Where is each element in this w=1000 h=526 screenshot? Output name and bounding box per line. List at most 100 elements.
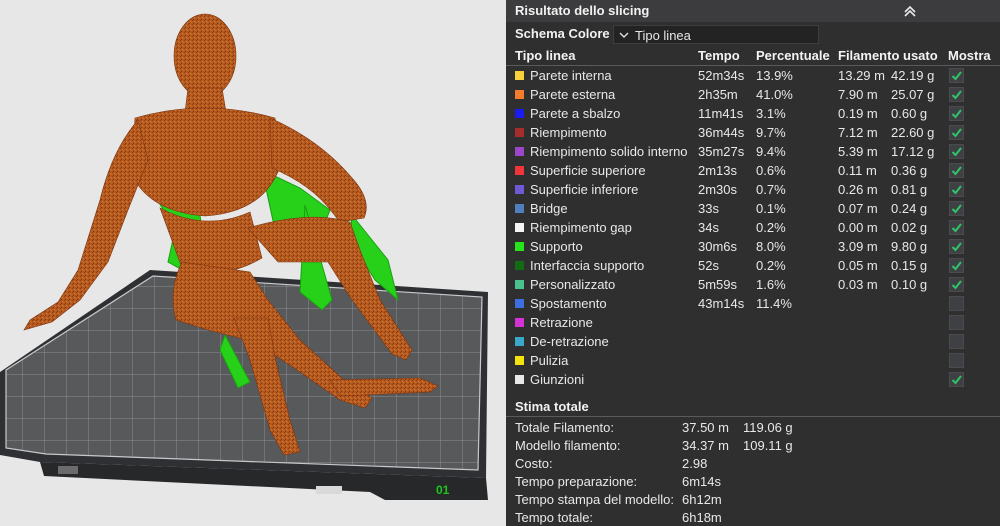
show-checkbox[interactable] [949, 372, 964, 387]
chevron-down-icon [619, 32, 629, 38]
line-type-percent: 0.2% [756, 220, 786, 235]
line-type-time: 33s [698, 201, 719, 216]
color-swatch [515, 337, 524, 346]
checkmark-icon [951, 128, 962, 138]
show-checkbox[interactable] [949, 201, 964, 216]
line-type-time: 52s [698, 258, 719, 273]
summary-divider [506, 416, 1000, 417]
color-swatch [515, 204, 524, 213]
line-type-row: Riempimento gap 34s 0.2% 0.00 m 0.02 g [506, 218, 1000, 237]
show-checkbox[interactable] [949, 315, 964, 330]
line-type-row: Superficie inferiore 2m30s 0.7% 0.26 m 0.81 … [506, 180, 1000, 199]
line-type-weight: 0.60 g [891, 106, 928, 121]
show-checkbox[interactable] [949, 68, 964, 83]
line-type-time: 2m13s [698, 163, 738, 178]
line-type-row: Parete esterna 2h35m 41.0% 7.90 m 25.07 g [506, 85, 1000, 104]
line-type-percent: 0.2% [756, 258, 786, 273]
plate-number: 01 [436, 483, 450, 497]
show-checkbox[interactable] [949, 87, 964, 102]
color-swatch [515, 166, 524, 175]
show-checkbox[interactable] [949, 334, 964, 349]
chevron-double-up-icon[interactable] [902, 3, 918, 19]
line-type-label: Interfaccia supporto [530, 258, 645, 273]
line-type-row: Interfaccia supporto 52s 0.2% 0.05 m 0.15 g [506, 256, 1000, 275]
show-checkbox[interactable] [949, 277, 964, 292]
summary-key: Modello filamento: [515, 438, 621, 453]
show-checkbox[interactable] [949, 125, 964, 140]
checkmark-icon [951, 223, 962, 233]
line-type-time: 35m27s [698, 144, 745, 159]
line-type-weight: 25.07 g [891, 87, 935, 102]
line-type-label: Pulizia [530, 353, 569, 368]
summary-weight: 119.06 g [743, 420, 793, 435]
summary-key: Costo: [515, 456, 553, 471]
line-type-label: Parete esterna [530, 87, 616, 102]
header-show: Mostra [948, 48, 991, 63]
line-type-row: Bridge 33s 0.1% 0.07 m 0.24 g [506, 199, 1000, 218]
color-swatch [515, 299, 524, 308]
color-swatch [515, 147, 524, 156]
line-type-time: 52m34s [698, 68, 745, 83]
line-type-row: De-retrazione [506, 332, 1000, 351]
show-checkbox[interactable] [949, 182, 964, 197]
line-type-length: 7.90 m [838, 87, 878, 102]
checkmark-icon [951, 71, 962, 81]
line-type-time: 2m30s [698, 182, 738, 197]
viewport-canvas[interactable]: 01 [0, 0, 506, 526]
line-type-weight: 0.81 g [891, 182, 928, 197]
show-checkbox[interactable] [949, 353, 964, 368]
color-swatch [515, 185, 524, 194]
show-checkbox[interactable] [949, 258, 964, 273]
line-type-label: Spostamento [530, 296, 607, 311]
line-type-percent: 0.6% [756, 163, 786, 178]
line-type-label: Riempimento gap [530, 220, 632, 235]
color-swatch [515, 223, 524, 232]
summary-key: Tempo preparazione: [515, 474, 638, 489]
line-type-length: 7.12 m [838, 125, 878, 140]
summary-value: 6h18m [682, 510, 722, 525]
show-checkbox[interactable] [949, 239, 964, 254]
color-swatch [515, 242, 524, 251]
plate-marker-icon [316, 486, 342, 494]
color-swatch [515, 318, 524, 327]
line-type-row: Pulizia [506, 351, 1000, 370]
checkmark-icon [951, 166, 962, 176]
show-checkbox[interactable] [949, 163, 964, 178]
line-type-length: 0.00 m [838, 220, 878, 235]
summary-row: Costo: 2.98 [515, 456, 985, 474]
line-type-weight: 0.36 g [891, 163, 928, 178]
line-type-percent: 1.6% [756, 277, 786, 292]
line-type-row: Personalizzato 5m59s 1.6% 0.03 m 0.10 g [506, 275, 1000, 294]
summary-row: Tempo preparazione: 6m14s [515, 474, 985, 492]
line-type-length: 0.07 m [838, 201, 878, 216]
line-type-percent: 0.7% [756, 182, 786, 197]
line-type-label: Superficie inferiore [530, 182, 639, 197]
show-checkbox[interactable] [949, 106, 964, 121]
line-type-percent: 13.9% [756, 68, 793, 83]
summary-weight: 109.11 g [743, 438, 793, 453]
summary-value: 2.98 [682, 456, 708, 471]
line-type-length: 0.11 m [838, 163, 877, 178]
summary-value: 37.50 m [682, 420, 729, 435]
checkmark-icon [951, 147, 962, 157]
color-scheme-dropdown[interactable]: Tipo linea [613, 25, 819, 44]
3d-viewport[interactable]: 01 [0, 0, 506, 526]
show-checkbox[interactable] [949, 296, 964, 311]
summary-key: Tempo totale: [515, 510, 594, 525]
line-type-time: 43m14s [698, 296, 745, 311]
line-type-label: Giunzioni [530, 372, 585, 387]
line-type-weight: 0.02 g [891, 220, 928, 235]
summary-value: 6m14s [682, 474, 722, 489]
panel-header: Risultato dello slicing [506, 0, 1000, 22]
show-checkbox[interactable] [949, 220, 964, 235]
line-type-row: Giunzioni [506, 370, 1000, 389]
line-type-length: 3.09 m [838, 239, 878, 254]
line-type-label: Personalizzato [530, 277, 616, 292]
line-type-row: Spostamento 43m14s 11.4% [506, 294, 1000, 313]
color-swatch [515, 280, 524, 289]
summary-row: Tempo stampa del modello: 6h12m [515, 492, 985, 510]
line-type-label: Superficie superiore [530, 163, 646, 178]
line-type-length: 0.05 m [838, 258, 878, 273]
line-type-time: 30m6s [698, 239, 738, 254]
show-checkbox[interactable] [949, 144, 964, 159]
